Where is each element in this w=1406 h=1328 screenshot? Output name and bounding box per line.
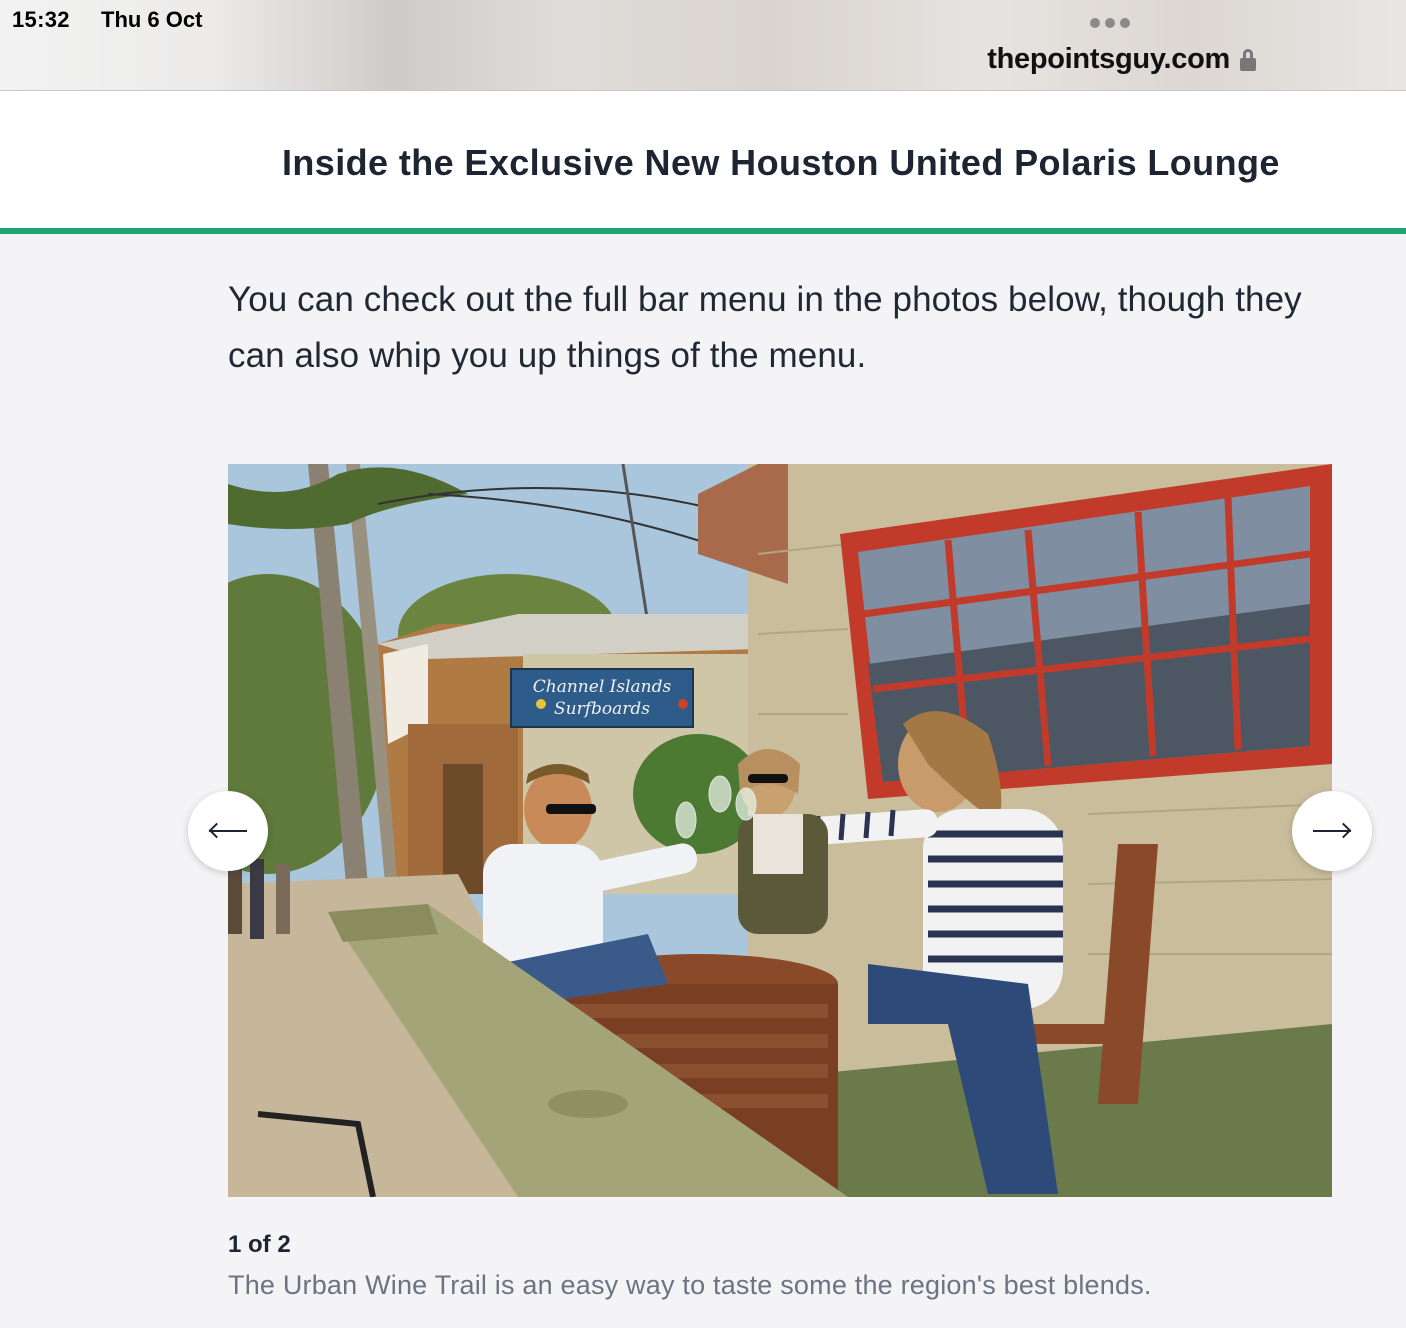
ellipsis-icon[interactable] <box>1090 18 1130 30</box>
arrow-left-icon <box>208 822 247 839</box>
url-text: thepointsguy.com <box>987 43 1230 75</box>
gallery-photo[interactable]: Channel Islands Surfboards <box>228 464 1332 1197</box>
article-header: Inside the Exclusive New Houston United … <box>0 91 1406 234</box>
gallery-prev-button[interactable] <box>188 791 268 871</box>
gallery-caption: The Urban Wine Trail is an easy way to t… <box>228 1270 1152 1300</box>
status-bar: 15:32 Thu 6 Oct thepointsguy.com <box>0 0 1406 91</box>
shop-sign-line1: Channel Islands <box>533 677 672 697</box>
shop-sign-line2: Surfboards <box>554 699 650 719</box>
status-time: 15:32 <box>12 7 70 32</box>
article-paragraph: You can check out the full bar menu in t… <box>228 280 1302 375</box>
article-title: Inside the Exclusive New Houston United … <box>282 142 1280 183</box>
lock-icon <box>1240 48 1256 71</box>
address-bar[interactable]: thepointsguy.com <box>987 43 1256 76</box>
gallery-next-button[interactable] <box>1292 791 1372 871</box>
gallery-counter: 1 of 2 <box>228 1231 291 1258</box>
arrow-right-icon <box>1313 822 1352 839</box>
status-date: Thu 6 Oct <box>101 7 203 32</box>
